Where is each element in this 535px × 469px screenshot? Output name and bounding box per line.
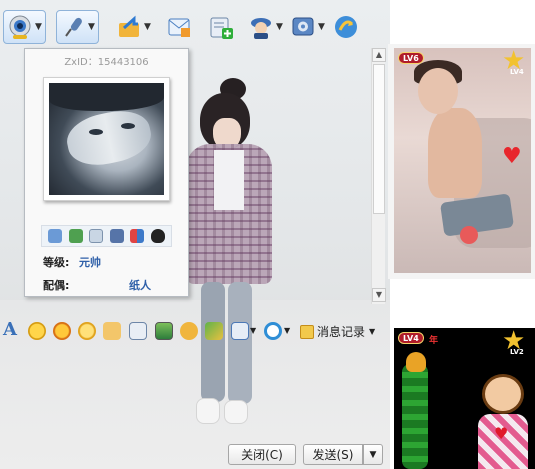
send-button[interactable]: 发送(S) [303, 444, 363, 465]
spouse-label: 配偶: [43, 279, 70, 292]
heart-icon: ♥ [502, 144, 522, 169]
settings-icon [292, 17, 314, 36]
history-label: 消息记录 [317, 325, 366, 339]
spouse-row: 配偶: 纸人 [43, 277, 151, 293]
level-value: 元帅 [79, 256, 101, 269]
profile-card-icon[interactable] [109, 229, 124, 243]
chevron-down-icon[interactable]: ▼ [144, 22, 151, 32]
settings-button[interactable]: ▼ [290, 10, 325, 44]
add-apps-icon [210, 17, 233, 39]
send-file-icon [119, 15, 139, 37]
spouse-value[interactable]: 纸人 [129, 277, 151, 293]
music-icon[interactable] [180, 322, 198, 340]
scene-icon[interactable] [205, 322, 223, 340]
microphone-button[interactable]: ▼ [56, 10, 99, 44]
bell-decoration [406, 352, 426, 372]
history-icon [300, 324, 314, 339]
emoji-face-icon[interactable] [78, 322, 96, 340]
level-label: 等级: [43, 256, 70, 269]
top-toolbar: ▼ ▼ ▼ ▼ ▼ [0, 10, 390, 46]
friend-info-card: ZxID：15443106 等级: 元帅 配偶: 纸人 [24, 48, 189, 297]
scroll-down-button[interactable]: ▼ [372, 288, 386, 302]
edit-pen-icon[interactable] [129, 322, 147, 340]
avatar-frame[interactable] [43, 77, 170, 201]
font-button[interactable]: A [3, 319, 17, 340]
add-friend-icon[interactable] [68, 229, 83, 243]
send-file-button[interactable]: ▼ [116, 10, 151, 44]
close-button[interactable]: 关闭(C) [228, 444, 296, 465]
level-badge: LV6 [398, 52, 424, 64]
remote-assist-icon [251, 18, 271, 39]
penguin-icon[interactable] [150, 229, 165, 243]
message-card-icon [168, 18, 190, 37]
webcam-button[interactable]: ▼ [3, 10, 46, 44]
emoji-sticker-icon[interactable] [53, 322, 71, 340]
game-blocks-icon[interactable] [130, 229, 145, 243]
hand-icon[interactable] [103, 322, 121, 340]
star-level-label: LV4 [510, 68, 524, 76]
chevron-down-icon[interactable]: ▼ [250, 326, 256, 335]
christmas-tree-decoration [402, 364, 428, 469]
message-history-button[interactable]: 消息记录 ▼ [300, 323, 375, 340]
avatar [49, 83, 164, 195]
contact-show-panel[interactable]: ♥ LV6 ★ LV4 [394, 48, 531, 273]
chevron-down-icon[interactable]: ▼ [318, 22, 325, 32]
scroll-thumb[interactable] [373, 64, 385, 214]
share-screen-icon [335, 16, 357, 38]
microphone-icon [65, 17, 82, 37]
remote-assist-button[interactable]: ▼ [248, 10, 283, 44]
message-card-button[interactable] [166, 10, 192, 44]
scroll-up-button[interactable]: ▲ [372, 48, 386, 62]
webcam-icon [9, 15, 31, 39]
image-icon[interactable] [155, 322, 173, 340]
format-toolbar: A ▼ ▼ 消息记录 ▼ [0, 318, 390, 346]
star-level-label: LV2 [510, 348, 524, 356]
chevron-down-icon[interactable]: ▼ [284, 326, 290, 335]
share-screen-button[interactable] [333, 10, 359, 44]
send-options-dropdown[interactable]: ▼ [363, 444, 383, 465]
add-apps-button[interactable] [208, 10, 234, 44]
chevron-down-icon[interactable]: ▼ [276, 22, 283, 32]
search-doc-icon[interactable] [89, 229, 104, 243]
level-row: 等级: 元帅 [43, 254, 101, 270]
search-s-icon[interactable] [264, 322, 282, 340]
apple-decoration [460, 226, 478, 244]
card-action-icons [41, 225, 172, 247]
my-show-panel[interactable]: ♥ LV4 年 ★ LV2 [394, 328, 535, 469]
year-tag: 年 [429, 336, 439, 346]
emoji-smile-icon[interactable] [28, 322, 46, 340]
level-badge: LV4 [398, 332, 424, 344]
chevron-down-icon[interactable]: ▼ [88, 22, 95, 32]
chevron-down-icon[interactable]: ▼ [35, 22, 42, 32]
avatar-character: ♥ [478, 374, 528, 469]
mail-icon[interactable] [48, 229, 63, 243]
screenshot-icon[interactable] [231, 322, 249, 340]
zxid-text: ZxID：15443106 [64, 57, 149, 68]
chevron-down-icon: ▼ [369, 327, 376, 336]
chat-scrollbar[interactable]: ▲ ▼ [371, 48, 386, 304]
